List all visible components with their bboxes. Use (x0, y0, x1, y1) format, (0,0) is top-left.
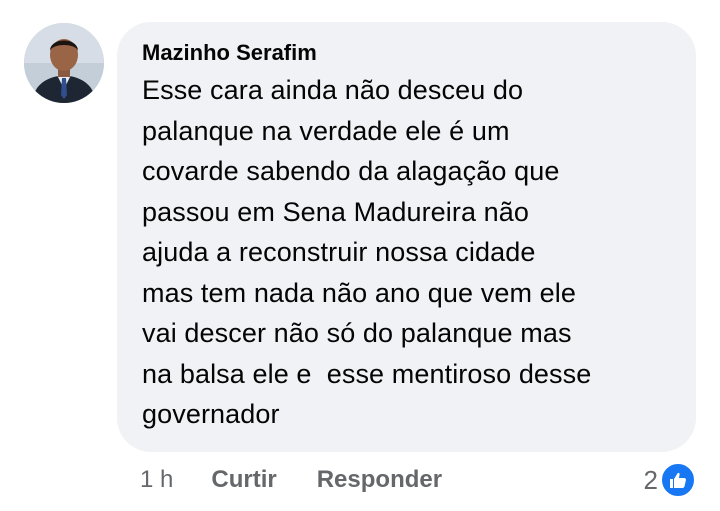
comment-line: na balsa ele e esse mentiroso desse (142, 358, 592, 389)
avatar[interactable] (24, 23, 104, 103)
like-icon (660, 462, 696, 498)
like-button[interactable]: Curtir (211, 466, 276, 494)
comment-actions: 1 h Curtir Responder (140, 462, 482, 498)
comment-line: covarde sabendo da alagação que (142, 156, 560, 186)
comment-timestamp[interactable]: 1 h (140, 466, 173, 494)
comment-text: Esse cara ainda não desceu do palanque n… (142, 70, 672, 435)
comment-line: ajuda a reconstruir nossa cidade (142, 237, 536, 267)
comment-line: Esse cara ainda não desceu do (142, 75, 524, 105)
reaction-count: 2 (643, 464, 658, 495)
comment-line: mas tem nada não ano que vem ele (142, 277, 576, 308)
comment: Mazinho Serafim Esse cara ainda não desc… (0, 0, 720, 511)
reaction-summary[interactable]: 2 (644, 462, 696, 498)
comment-line: palanque na verdade ele é um (142, 115, 510, 146)
comment-author[interactable]: Mazinho Serafim (142, 40, 672, 66)
avatar-photo (24, 23, 104, 103)
comment-line: governador (142, 399, 280, 429)
reply-button[interactable]: Responder (317, 466, 442, 494)
comment-bubble: Mazinho Serafim Esse cara ainda não desc… (117, 22, 696, 452)
comment-line: passou em Sena Madureira não (142, 196, 530, 227)
comment-line: vai descer não só do palanque mas (142, 318, 572, 348)
